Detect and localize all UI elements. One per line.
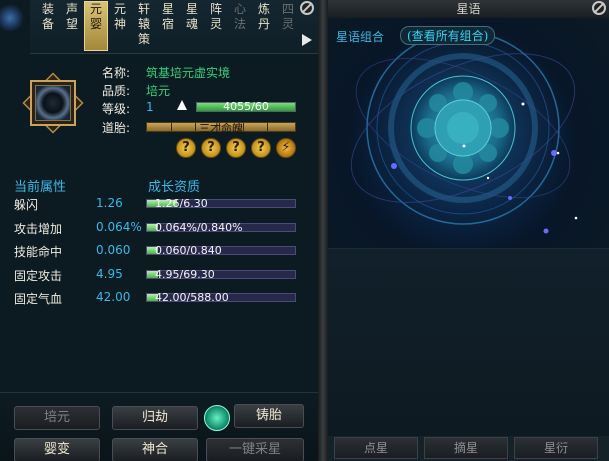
panel-divider	[318, 0, 328, 461]
tab-scroll-right-icon[interactable]	[302, 34, 312, 46]
left-panel: 装 备声 望元 婴元 神轩 辕 策星 宿星 魂阵 灵心 法炼 丹四 灵 名称: …	[0, 0, 318, 461]
attribute-name: 躲闪	[14, 198, 39, 212]
tab-10[interactable]: 四 灵	[276, 2, 300, 32]
attribute-growth-bar: 1.26/6.30	[146, 197, 296, 210]
attribute-growth-bar: 4.95/69.30	[146, 268, 296, 281]
tab-8[interactable]: 心 法	[228, 2, 252, 32]
star-chart-graphic	[350, 18, 578, 238]
unknown-slot-2-icon[interactable]: ?	[201, 138, 221, 158]
tab-2[interactable]: 元 婴	[84, 1, 108, 51]
yingbian-button[interactable]: 婴变	[14, 438, 100, 461]
attribute-value: 42.00	[96, 290, 131, 304]
embryo-bar-text: 三才命魄	[199, 122, 243, 135]
view-all-combos-link[interactable]: (查看所有组合)	[400, 26, 496, 45]
attribute-name: 攻击增加	[14, 222, 63, 236]
tab-3[interactable]: 元 神	[108, 2, 132, 32]
guijie-button[interactable]: 归劫	[112, 406, 198, 430]
yuanying-item-icon[interactable]	[18, 68, 88, 138]
attribute-value: 4.95	[96, 267, 123, 281]
tab-0[interactable]: 装 备	[36, 2, 60, 32]
tab-6[interactable]: 星 魂	[180, 2, 204, 32]
quality-label: 品质:	[102, 84, 131, 98]
unknown-slot-1-icon[interactable]: ?	[176, 138, 196, 158]
star-slots-area	[328, 248, 609, 436]
peiyuan-button[interactable]: 培元	[14, 406, 100, 430]
attribute-name: 固定攻击	[14, 269, 63, 283]
star-chart[interactable]	[328, 18, 609, 248]
zhaixing-button[interactable]: 摘星	[424, 437, 508, 459]
shenhe-button[interactable]: 神合	[112, 438, 198, 461]
attribute-value: 0.064%	[96, 220, 142, 234]
attribute-growth-text: 42.00/588.00	[155, 291, 229, 304]
attribute-growth-bar: 42.00/588.00	[146, 291, 296, 304]
attribute-growth-text: 4.95/69.30	[155, 268, 215, 281]
level-up-icon[interactable]	[177, 100, 187, 110]
growth-attributes-title: 成长资质	[148, 180, 201, 195]
tab-9[interactable]: 炼 丹	[252, 2, 276, 32]
one-click-collect-button[interactable]: 一键采星	[206, 438, 304, 461]
xingyan-button[interactable]: 星衍	[514, 437, 598, 459]
close-icon[interactable]	[300, 1, 314, 15]
tab-1[interactable]: 声 望	[60, 2, 84, 32]
exp-bar: 4055/60	[196, 100, 296, 113]
current-attributes-title: 当前属性	[14, 180, 67, 195]
attribute-name: 固定气血	[14, 292, 63, 306]
unknown-slot-3-icon[interactable]: ?	[226, 138, 246, 158]
tab-7[interactable]: 阵 灵	[204, 2, 228, 32]
game-logo	[0, 0, 30, 36]
embryo-label: 道胎:	[102, 121, 131, 135]
lightning-slot-icon[interactable]: ⚡	[276, 138, 296, 158]
attribute-value: 0.060	[96, 243, 131, 257]
embryo-bar: 三才命魄	[146, 122, 296, 135]
right-panel: 星语 星语组合 (查看所有组合) 点星 摘星 星衍	[328, 0, 609, 461]
attribute-growth-text: 1.26/6.30	[155, 197, 208, 210]
tab-5[interactable]: 星 宿	[156, 2, 180, 32]
name-label: 名称:	[102, 66, 131, 80]
jade-gem-icon[interactable]	[204, 405, 230, 431]
attribute-value: 1.26	[96, 196, 123, 210]
dianxing-button[interactable]: 点星	[334, 437, 418, 459]
attribute-growth-bar: 0.064%/0.840%	[146, 221, 296, 234]
level-value: 1	[146, 100, 154, 114]
zhutai-button[interactable]: 铸胎	[234, 404, 304, 428]
attribute-growth-text: 0.060/0.840	[155, 244, 222, 257]
close-right-icon[interactable]	[592, 1, 606, 15]
unknown-slot-4-icon[interactable]: ?	[251, 138, 271, 158]
attribute-growth-text: 0.064%/0.840%	[155, 221, 243, 234]
name-value: 筑基培元虚实境	[146, 66, 231, 80]
attribute-growth-bar: 0.060/0.840	[146, 244, 296, 257]
panel-title: 星语	[328, 0, 609, 18]
level-label: 等级:	[102, 102, 131, 116]
quality-value: 培元	[146, 84, 171, 98]
tab-4[interactable]: 轩 辕 策	[132, 2, 156, 47]
exp-bar-text: 4055/60	[223, 100, 269, 113]
attribute-name: 技能命中	[14, 245, 63, 259]
star-combo-label: 星语组合	[336, 30, 385, 44]
